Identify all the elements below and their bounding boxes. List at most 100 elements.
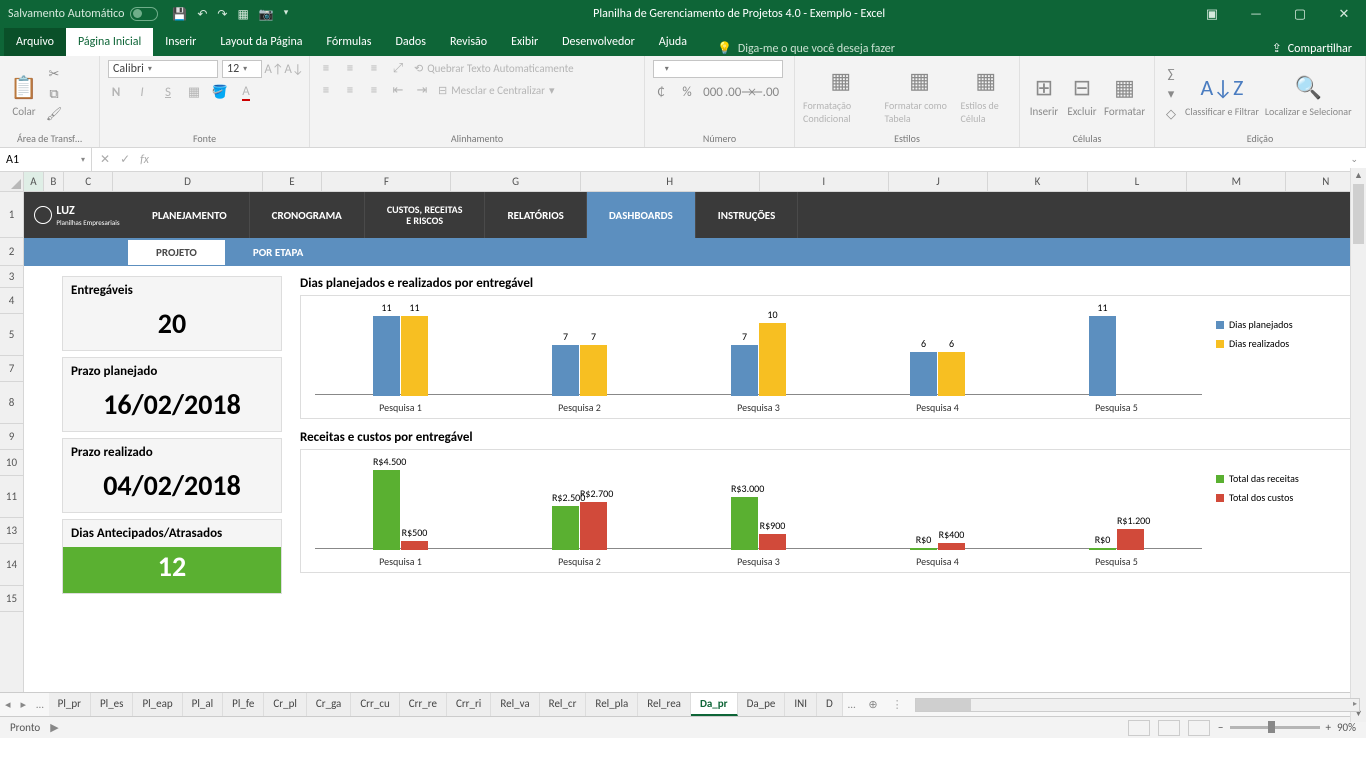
tab-view[interactable]: Exibir (499, 28, 550, 56)
tab-help[interactable]: Ajuda (647, 28, 699, 56)
tab-file[interactable]: Arquivo (4, 28, 66, 56)
sheet-tab-Rel_rea[interactable]: Rel_rea (638, 693, 691, 716)
subnav-projeto[interactable]: PROJETO (128, 240, 225, 265)
sheet-tab-Rel_va[interactable]: Rel_va (491, 693, 539, 716)
row-header-13[interactable]: 13 (0, 518, 23, 544)
align-left-icon[interactable]: ≡ (318, 82, 334, 98)
italic-icon[interactable]: I (134, 84, 150, 100)
enter-icon[interactable]: ✓ (120, 152, 130, 167)
nav-planejamento[interactable]: PLANEJAMENTO (130, 192, 250, 238)
normal-view-icon[interactable] (1128, 720, 1150, 736)
sort-filter-button[interactable]: A↓ZClassificar e Filtrar (1185, 71, 1259, 118)
row-header-1[interactable]: 1 (0, 192, 23, 238)
paste-button[interactable]: 📋 Colar (8, 71, 40, 118)
name-box[interactable]: A1▾ (0, 148, 92, 171)
tab-formulas[interactable]: Fórmulas (315, 28, 384, 56)
percent-icon[interactable]: % (679, 84, 695, 100)
preview-icon[interactable]: ▦ (237, 7, 248, 22)
sheet-tab-INI[interactable]: INI (785, 693, 817, 716)
align-center-icon[interactable]: ≡ (342, 82, 358, 98)
decrease-indent-icon[interactable]: ⇤ (390, 82, 406, 98)
underline-icon[interactable]: S (160, 84, 176, 100)
macro-record-icon[interactable]: ▶ (50, 721, 58, 734)
sheet-tab-Cr_ga[interactable]: Cr_ga (307, 693, 351, 716)
page-break-view-icon[interactable] (1188, 720, 1210, 736)
close-button[interactable]: ✕ (1322, 0, 1366, 28)
wrap-text-button[interactable]: ⟲ Quebrar Texto Automaticamente (414, 62, 574, 75)
row-header-11[interactable]: 11 (0, 476, 23, 518)
toggle-switch[interactable] (130, 7, 158, 21)
zoom-slider[interactable] (1230, 726, 1320, 729)
col-header-B[interactable]: B (44, 172, 64, 191)
sheet-tab-D[interactable]: D (817, 693, 843, 716)
new-sheet-button[interactable]: ⊕ (860, 698, 885, 711)
row-header-15[interactable]: 15 (0, 586, 23, 612)
font-color-icon[interactable]: A (238, 84, 254, 100)
fx-icon[interactable]: fx (140, 153, 149, 167)
select-all-corner[interactable] (0, 172, 23, 192)
col-header-L[interactable]: L (1088, 172, 1187, 191)
redo-icon[interactable]: ↷ (217, 7, 227, 22)
format-table-button[interactable]: ▦Formatar como Tabela (885, 65, 955, 125)
tab-review[interactable]: Revisão (438, 28, 499, 56)
tab-nav-next[interactable]: ▸ (16, 698, 32, 711)
ribbon-options-icon[interactable]: ▣ (1190, 0, 1234, 28)
vertical-scrollbar[interactable]: ▲ ▼ (1350, 168, 1366, 722)
expand-formula-icon[interactable]: ⌄ (1342, 154, 1366, 165)
col-header-F[interactable]: F (322, 172, 451, 191)
border-icon[interactable]: ▦ (186, 84, 202, 100)
col-header-E[interactable]: E (263, 172, 323, 191)
nav-custos-receitas-e-riscos[interactable]: CUSTOS, RECEITASE RISCOS (365, 192, 486, 238)
nav-cronograma[interactable]: CRONOGRAMA (250, 192, 365, 238)
sheet-tab-Pl_pr[interactable]: Pl_pr (49, 693, 91, 716)
find-select-button[interactable]: 🔍Localizar e Selecionar (1265, 71, 1352, 118)
bold-icon[interactable]: N (108, 84, 124, 100)
clear-icon[interactable]: ◇ (1163, 107, 1179, 123)
decrease-decimal-icon[interactable]: ←.00 (757, 84, 773, 100)
delete-cells-button[interactable]: ⊟Excluir (1066, 71, 1098, 118)
decrease-font-icon[interactable]: A↓ (286, 61, 302, 77)
fill-color-icon[interactable]: 🪣 (212, 84, 228, 100)
sheet-tab-Pl_fe[interactable]: Pl_fe (223, 693, 264, 716)
sheet-tab-Pl_al[interactable]: Pl_al (183, 693, 223, 716)
hscroll-thumb[interactable] (916, 699, 971, 711)
orientation-icon[interactable]: ⤢ (390, 60, 406, 76)
comma-icon[interactable]: 000 (705, 84, 721, 100)
horizontal-scrollbar[interactable]: ◂ ▸ (915, 698, 1360, 712)
row-header-7[interactable]: 7 (0, 356, 23, 382)
number-format-combo[interactable]: ▾ (653, 60, 783, 78)
tell-me[interactable]: 💡 Diga-me o que você deseja fazer (717, 41, 895, 56)
currency-icon[interactable]: ₵ (653, 84, 669, 100)
col-header-J[interactable]: J (889, 172, 988, 191)
row-header-3[interactable]: 3 (0, 266, 23, 288)
minimize-button[interactable]: — (1234, 0, 1278, 28)
col-header-C[interactable]: C (64, 172, 114, 191)
maximize-button[interactable]: ▢ (1278, 0, 1322, 28)
sheet-tab-Da_pr[interactable]: Da_pr (691, 693, 738, 716)
zoom-level[interactable]: 90% (1337, 721, 1356, 734)
font-name-combo[interactable]: Calibri▾ (108, 60, 218, 78)
tab-data[interactable]: Dados (383, 28, 437, 56)
zoom-out-icon[interactable]: − (1218, 721, 1223, 734)
row-header-14[interactable]: 14 (0, 544, 23, 586)
increase-font-icon[interactable]: A↑ (266, 61, 282, 77)
row-header-5[interactable]: 5 (0, 314, 23, 356)
tab-insert[interactable]: Inserir (153, 28, 208, 56)
tab-nav-prev[interactable]: ◂ (0, 698, 16, 711)
subnav-por-etapa[interactable]: POR ETAPA (225, 240, 331, 265)
col-header-M[interactable]: M (1187, 172, 1286, 191)
row-header-4[interactable]: 4 (0, 288, 23, 314)
sheet-tab-Crr_cu[interactable]: Crr_cu (351, 693, 399, 716)
tab-nav-more[interactable]: … (31, 698, 49, 711)
copy-icon[interactable]: ⧉ (46, 87, 62, 103)
cancel-icon[interactable]: ✕ (100, 152, 110, 167)
tab-layout[interactable]: Layout da Página (208, 28, 314, 56)
scroll-thumb[interactable] (1353, 184, 1364, 244)
align-right-icon[interactable]: ≡ (366, 82, 382, 98)
merge-center-button[interactable]: ⊟ Mesclar e Centralizar ▾ (438, 84, 555, 97)
zoom-in-icon[interactable]: + (1326, 721, 1331, 734)
tab-home[interactable]: Página Inicial (66, 28, 153, 56)
fill-icon[interactable]: ▾ (1163, 87, 1179, 103)
sheet-tab-Rel_pla[interactable]: Rel_pla (586, 693, 638, 716)
row-header-10[interactable]: 10 (0, 450, 23, 476)
